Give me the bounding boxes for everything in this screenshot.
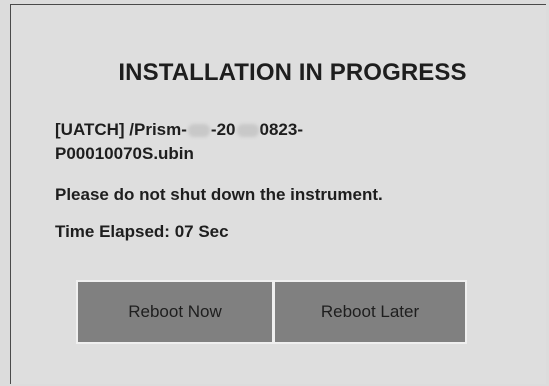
redacted-version bbox=[187, 124, 210, 138]
dialog-title: INSTALLATION IN PROGRESS bbox=[118, 59, 467, 86]
time-elapsed-label: Time Elapsed: bbox=[55, 222, 170, 241]
file-path-mid: -20 bbox=[210, 120, 236, 139]
file-path-suffix: 0823- bbox=[259, 120, 303, 139]
installation-screen: INSTALLATION IN PROGRESS [UATCH] /Prism-… bbox=[0, 0, 549, 386]
reboot-later-label: Reboot Later bbox=[320, 302, 420, 321]
update-file-path: [UATCH] /Prism- -20 0823- P00010070S.ubin bbox=[55, 118, 495, 166]
file-path-prefix: [UATCH] /Prism- bbox=[55, 120, 187, 139]
reboot-now-label: Reboot Now bbox=[128, 302, 222, 321]
redacted-date bbox=[236, 124, 259, 138]
time-elapsed-value: 07 Sec bbox=[174, 222, 229, 241]
time-elapsed: Time Elapsed: 07 Sec bbox=[55, 220, 229, 244]
file-path-line2: P00010070S.ubin bbox=[55, 144, 194, 163]
reboot-now-button[interactable]: Reboot Now bbox=[76, 280, 274, 344]
reboot-later-button[interactable]: Reboot Later bbox=[273, 280, 467, 344]
shutdown-warning: Please do not shut down the instrument. bbox=[55, 185, 383, 204]
